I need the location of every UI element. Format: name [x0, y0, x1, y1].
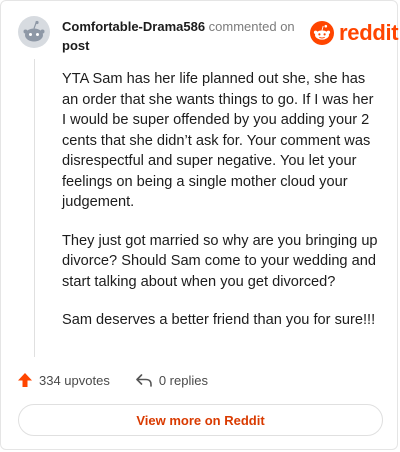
snoo-avatar-icon — [18, 16, 50, 48]
thread-line — [34, 59, 35, 357]
comment-paragraph: They just got married so why are you bri… — [62, 232, 378, 290]
post-link[interactable]: post — [62, 38, 89, 53]
replies-button[interactable]: 0 replies — [135, 372, 208, 388]
reddit-snoo-icon — [310, 21, 334, 45]
embedded-comment-card: Comfortable-Drama586 commented on post r… — [0, 0, 399, 450]
comment-paragraph: YTA Sam has her life planned out she, sh… — [62, 71, 374, 210]
comment-header: Comfortable-Drama586 commented on post — [62, 17, 302, 55]
comment-paragraph: Sam deserves a better friend than you fo… — [62, 312, 376, 328]
comment-body: YTA Sam has her life planned out she, sh… — [62, 69, 380, 349]
reddit-logo[interactable]: reddit — [310, 20, 399, 46]
reply-count: 0 replies — [158, 372, 208, 388]
upvote-button[interactable]: 334 upvotes — [17, 372, 110, 388]
username-link[interactable]: Comfortable-Drama586 — [62, 19, 205, 34]
reply-arrow-icon — [136, 374, 152, 387]
reddit-wordmark: reddit — [339, 20, 399, 45]
commented-on-text: commented on — [208, 19, 295, 34]
upvote-arrow-icon — [18, 373, 32, 387]
comment-actions: 334 upvotes 0 replies — [17, 369, 208, 391]
user-avatar[interactable] — [18, 16, 50, 48]
view-more-button[interactable]: View more on Reddit — [18, 404, 383, 436]
upvote-count: 334 upvotes — [39, 372, 110, 388]
